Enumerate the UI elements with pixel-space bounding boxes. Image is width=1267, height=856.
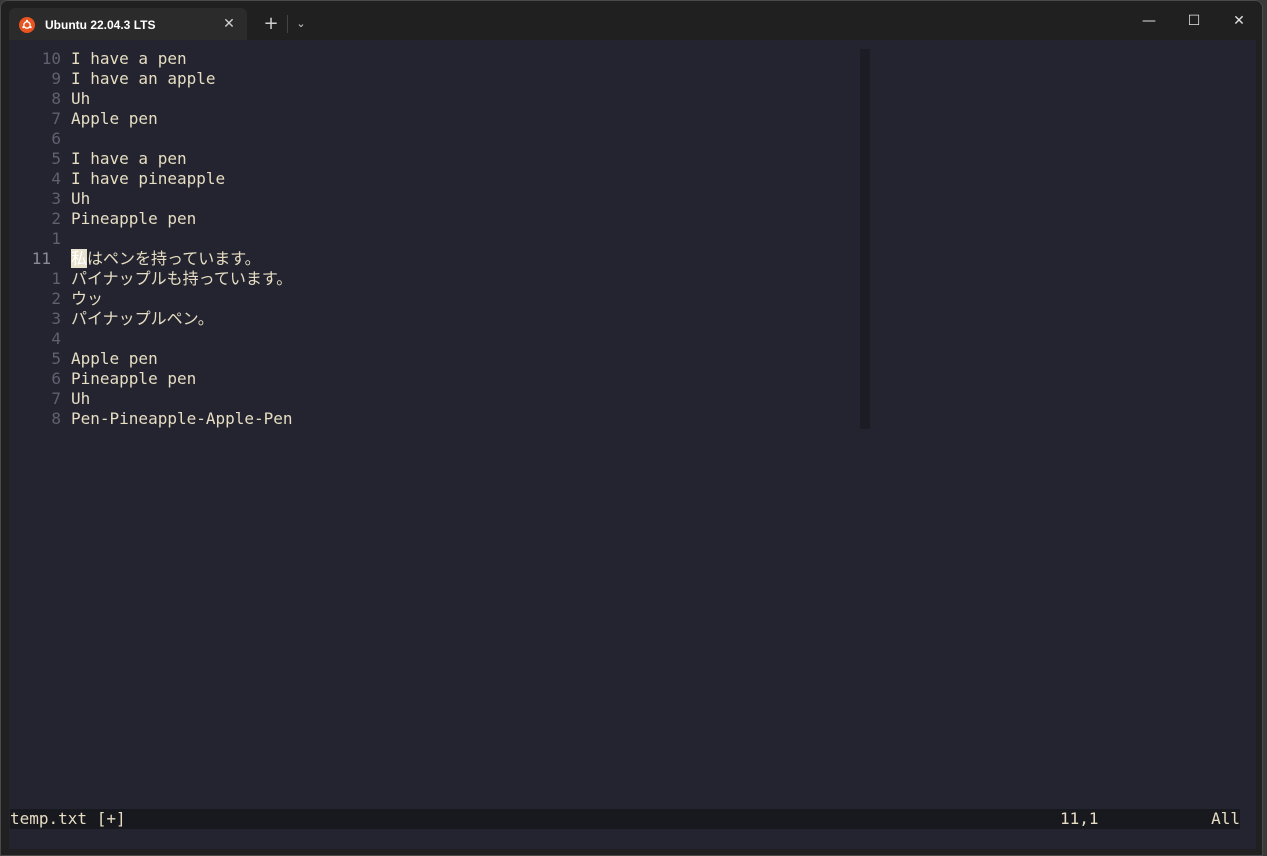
line-number: 10: [41, 49, 61, 68]
terminal-window: Ubuntu 22.04.3 LTS ✕ + ⌄ — ☐ ✕ 10 I have …: [0, 0, 1263, 856]
editor-line[interactable]: 10 I have a pen: [10, 49, 860, 69]
editor-line[interactable]: 9 I have an apple: [10, 69, 860, 89]
tab-divider: [287, 15, 288, 33]
editor-empty-area[interactable]: [9, 429, 1256, 809]
line-number: 4: [51, 169, 61, 188]
new-tab-button[interactable]: +: [261, 13, 281, 35]
line-number: 7: [51, 389, 61, 408]
line-text-rest: はペンを持っています。: [87, 249, 261, 268]
line-number: 6: [51, 369, 61, 388]
line-number: 8: [51, 89, 61, 108]
line-text: Apple pen: [71, 109, 158, 128]
editor-line[interactable]: 3 Uh: [10, 189, 860, 209]
editor-line[interactable]: 8 Pen-Pineapple-Apple-Pen: [10, 409, 860, 429]
editor-line[interactable]: 7 Apple pen: [10, 109, 860, 129]
line-number: 3: [51, 189, 61, 208]
line-text: I have an apple: [71, 69, 216, 88]
line-number: 9: [51, 69, 61, 88]
chevron-down-icon[interactable]: ⌄: [291, 13, 311, 35]
minimize-button[interactable]: —: [1127, 7, 1171, 35]
line-text: Uh: [71, 389, 91, 408]
line-text: Apple pen: [71, 349, 158, 368]
line-text: ウッ: [71, 289, 104, 308]
editor-line[interactable]: 2 Pineapple pen: [10, 209, 860, 229]
line-number: 5: [51, 349, 61, 368]
editor-line[interactable]: 1: [10, 229, 860, 249]
editor-line[interactable]: 8 Uh: [10, 89, 860, 109]
editor-line[interactable]: 5 I have a pen: [10, 149, 860, 169]
line-text: I have a pen: [71, 49, 187, 68]
line-text: I have a pen: [71, 149, 187, 168]
vertical-split-divider[interactable]: [860, 49, 870, 429]
maximize-button[interactable]: ☐: [1172, 7, 1216, 35]
line-number: 8: [51, 409, 61, 428]
line-number: 2: [51, 209, 61, 228]
line-number: 4: [51, 329, 61, 348]
line-number: 5: [51, 149, 61, 168]
line-text: Uh: [71, 189, 91, 208]
line-text: Pineapple pen: [71, 209, 197, 228]
line-text: 私はペンを持っています。: [71, 249, 261, 269]
line-text: パイナップルペン。: [71, 309, 214, 328]
status-filename: temp.txt [+]: [10, 809, 126, 828]
line-number: 3: [51, 309, 61, 328]
editor-pane[interactable]: 10 I have a pen 9 I have an apple 8 Uh 7 Apple …: [10, 49, 860, 429]
ubuntu-icon: [19, 16, 35, 33]
editor-line[interactable]: 6: [10, 129, 860, 149]
editor-line[interactable]: 7 Uh: [10, 389, 860, 409]
editor-line[interactable]: 4: [10, 329, 860, 349]
editor-line[interactable]: 4 I have pineapple: [10, 169, 860, 189]
status-cursor-position: 11,1: [1060, 809, 1099, 828]
editor-line[interactable]: 5 Apple pen: [10, 349, 860, 369]
close-tab-icon[interactable]: ✕: [221, 16, 237, 32]
line-text: Uh: [71, 89, 91, 108]
line-number: 11: [31, 249, 51, 268]
terminal-content[interactable]: 10 I have a pen 9 I have an apple 8 Uh 7 Apple …: [9, 40, 1256, 849]
editor-line[interactable]: 2 ウッ: [10, 289, 860, 309]
tab-ubuntu[interactable]: Ubuntu 22.04.3 LTS ✕: [9, 8, 247, 41]
status-line: temp.txt [+] 11,1 All: [10, 809, 1240, 829]
tab-title: Ubuntu 22.04.3 LTS: [45, 17, 156, 32]
line-text: Pineapple pen: [71, 369, 197, 388]
line-text: パイナップルも持っています。: [71, 269, 293, 288]
editor-line[interactable]: 11 私はペンを持っています。: [10, 249, 860, 269]
line-text: I have pineapple: [71, 169, 226, 188]
line-number: 1: [51, 269, 61, 288]
command-line[interactable]: [10, 829, 1240, 849]
line-number: 7: [51, 109, 61, 128]
line-number: 2: [51, 289, 61, 308]
line-number: 6: [51, 129, 61, 148]
editor-pane-right[interactable]: [870, 49, 1239, 429]
close-window-button[interactable]: ✕: [1217, 7, 1261, 35]
line-text: Pen-Pineapple-Apple-Pen: [71, 409, 293, 428]
status-scroll: All: [1211, 809, 1240, 828]
cursor: 私: [71, 249, 88, 268]
editor-line[interactable]: 3 パイナップルペン。: [10, 309, 860, 329]
editor-line[interactable]: 6 Pineapple pen: [10, 369, 860, 389]
line-number: 1: [51, 229, 61, 248]
editor-line[interactable]: 1 パイナップルも持っています。: [10, 269, 860, 289]
